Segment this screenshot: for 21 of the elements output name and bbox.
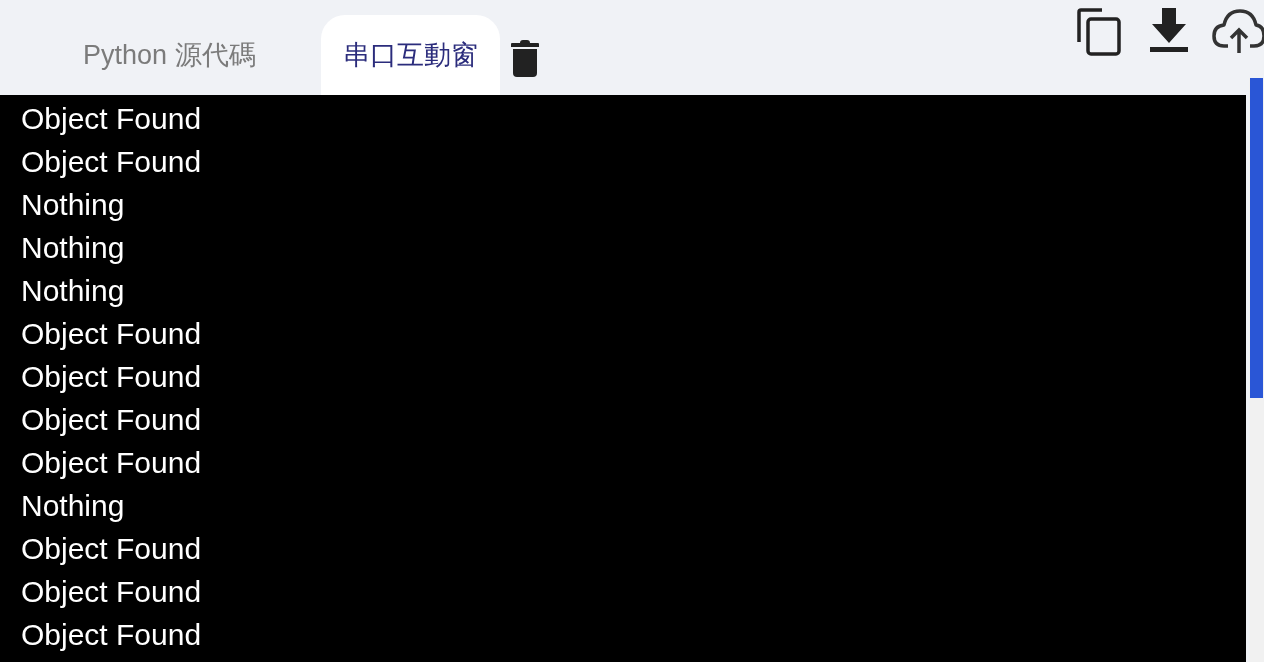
copy-icon[interactable]: [1077, 8, 1121, 56]
console-line: Object Found: [21, 101, 202, 137]
tab[interactable]: Python 源代碼: [61, 15, 278, 95]
console-line: Object Found: [21, 316, 202, 352]
console-line: Nothing: [21, 488, 125, 524]
tab[interactable]: 串口互動窗: [320, 15, 500, 95]
scrollbar-thumb[interactable]: [1250, 78, 1263, 398]
console-line: Object Found: [21, 359, 202, 395]
scrollbar-track[interactable]: [1249, 78, 1264, 662]
download-icon[interactable]: [1150, 8, 1188, 53]
console-line: Object Found: [21, 617, 202, 653]
trash-icon[interactable]: [510, 40, 539, 77]
console-line: Nothing: [21, 273, 125, 309]
console-line: Object Found: [21, 144, 202, 180]
console-line: Object Found: [21, 531, 202, 567]
console-line: Nothing: [21, 187, 125, 223]
console-line: Object Found: [21, 574, 202, 610]
console-line: Object Found: [21, 402, 202, 438]
console-line: Nothing: [21, 230, 125, 266]
console-line: Object Found: [21, 445, 202, 481]
cloud-upload-icon[interactable]: [1212, 8, 1264, 54]
